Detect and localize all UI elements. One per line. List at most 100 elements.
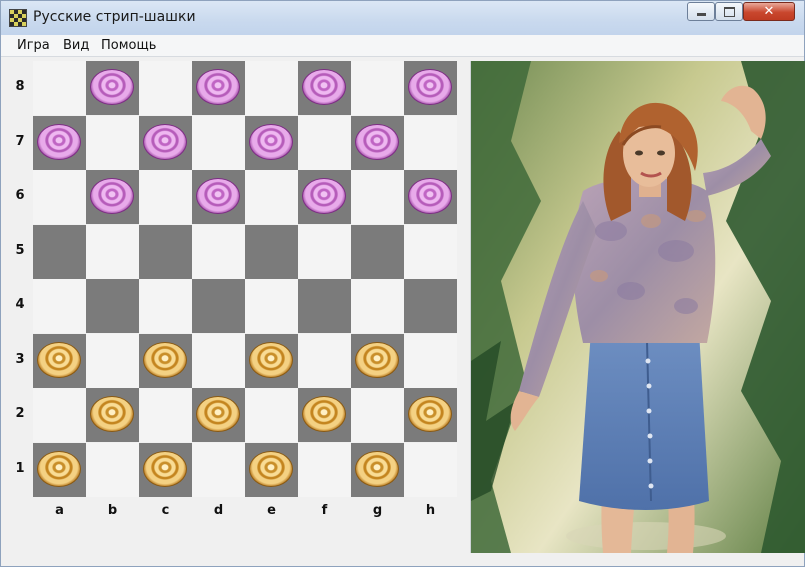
square-g7[interactable] <box>351 116 404 170</box>
square-c6[interactable] <box>139 170 192 224</box>
square-h4[interactable] <box>404 279 457 333</box>
checkers-board[interactable] <box>33 61 457 497</box>
checkerboard-icon[interactable] <box>9 9 27 27</box>
menu-help[interactable]: Помощь <box>101 38 156 53</box>
square-a3[interactable] <box>33 334 86 388</box>
gold-checker-c3[interactable] <box>143 342 187 378</box>
square-f2[interactable] <box>298 388 351 442</box>
pink-checker-g7[interactable] <box>355 124 399 160</box>
square-f8[interactable] <box>298 61 351 115</box>
square-b4[interactable] <box>86 279 139 333</box>
square-c5[interactable] <box>139 225 192 279</box>
square-d5[interactable] <box>192 225 245 279</box>
square-b2[interactable] <box>86 388 139 442</box>
square-g4[interactable] <box>351 279 404 333</box>
gold-checker-a3[interactable] <box>37 342 81 378</box>
square-f1[interactable] <box>298 443 351 497</box>
gold-checker-d2[interactable] <box>196 396 240 432</box>
square-a1[interactable] <box>33 443 86 497</box>
pink-checker-h6[interactable] <box>408 178 452 214</box>
minimize-button[interactable] <box>687 2 715 21</box>
pink-checker-f8[interactable] <box>302 69 346 105</box>
square-b7[interactable] <box>86 116 139 170</box>
square-c7[interactable] <box>139 116 192 170</box>
square-a5[interactable] <box>33 225 86 279</box>
gold-checker-f2[interactable] <box>302 396 346 432</box>
square-g3[interactable] <box>351 334 404 388</box>
title-bar[interactable]: Русские стрип-шашки ✕ <box>1 1 804 35</box>
square-h7[interactable] <box>404 116 457 170</box>
pink-checker-h8[interactable] <box>408 69 452 105</box>
gold-checker-h2[interactable] <box>408 396 452 432</box>
square-g8[interactable] <box>351 61 404 115</box>
pink-checker-a7[interactable] <box>37 124 81 160</box>
square-e3[interactable] <box>245 334 298 388</box>
square-c8[interactable] <box>139 61 192 115</box>
maximize-button[interactable] <box>715 2 743 21</box>
portrait-illustration <box>471 61 805 553</box>
square-d8[interactable] <box>192 61 245 115</box>
square-e4[interactable] <box>245 279 298 333</box>
square-h2[interactable] <box>404 388 457 442</box>
pink-checker-e7[interactable] <box>249 124 293 160</box>
pink-checker-b6[interactable] <box>90 178 134 214</box>
square-h6[interactable] <box>404 170 457 224</box>
square-e1[interactable] <box>245 443 298 497</box>
square-d7[interactable] <box>192 116 245 170</box>
gold-checker-g1[interactable] <box>355 451 399 487</box>
square-a8[interactable] <box>33 61 86 115</box>
pink-checker-b8[interactable] <box>90 69 134 105</box>
square-g1[interactable] <box>351 443 404 497</box>
square-e8[interactable] <box>245 61 298 115</box>
square-h3[interactable] <box>404 334 457 388</box>
square-c3[interactable] <box>139 334 192 388</box>
pink-checker-d6[interactable] <box>196 178 240 214</box>
square-g2[interactable] <box>351 388 404 442</box>
gold-checker-g3[interactable] <box>355 342 399 378</box>
square-d4[interactable] <box>192 279 245 333</box>
square-f7[interactable] <box>298 116 351 170</box>
gold-checker-c1[interactable] <box>143 451 187 487</box>
square-h1[interactable] <box>404 443 457 497</box>
square-a2[interactable] <box>33 388 86 442</box>
square-e5[interactable] <box>245 225 298 279</box>
menu-game[interactable]: Игра <box>17 38 50 53</box>
square-d1[interactable] <box>192 443 245 497</box>
pink-checker-c7[interactable] <box>143 124 187 160</box>
gold-checker-b2[interactable] <box>90 396 134 432</box>
file-label-h: h <box>425 503 436 518</box>
square-g5[interactable] <box>351 225 404 279</box>
square-f5[interactable] <box>298 225 351 279</box>
square-e6[interactable] <box>245 170 298 224</box>
square-a7[interactable] <box>33 116 86 170</box>
square-h8[interactable] <box>404 61 457 115</box>
square-a6[interactable] <box>33 170 86 224</box>
square-a4[interactable] <box>33 279 86 333</box>
square-f3[interactable] <box>298 334 351 388</box>
close-button[interactable]: ✕ <box>743 2 795 21</box>
square-d6[interactable] <box>192 170 245 224</box>
square-b8[interactable] <box>86 61 139 115</box>
square-d3[interactable] <box>192 334 245 388</box>
gold-checker-e3[interactable] <box>249 342 293 378</box>
square-d2[interactable] <box>192 388 245 442</box>
pink-checker-f6[interactable] <box>302 178 346 214</box>
square-c4[interactable] <box>139 279 192 333</box>
square-g6[interactable] <box>351 170 404 224</box>
square-c2[interactable] <box>139 388 192 442</box>
gold-checker-e1[interactable] <box>249 451 293 487</box>
square-f6[interactable] <box>298 170 351 224</box>
square-h5[interactable] <box>404 225 457 279</box>
square-b3[interactable] <box>86 334 139 388</box>
square-c1[interactable] <box>139 443 192 497</box>
square-b1[interactable] <box>86 443 139 497</box>
pink-checker-d8[interactable] <box>196 69 240 105</box>
square-f4[interactable] <box>298 279 351 333</box>
menu-view[interactable]: Вид <box>63 38 89 53</box>
square-e7[interactable] <box>245 116 298 170</box>
square-b5[interactable] <box>86 225 139 279</box>
gold-checker-a1[interactable] <box>37 451 81 487</box>
square-b6[interactable] <box>86 170 139 224</box>
square-e2[interactable] <box>245 388 298 442</box>
file-label-g: g <box>372 503 383 518</box>
